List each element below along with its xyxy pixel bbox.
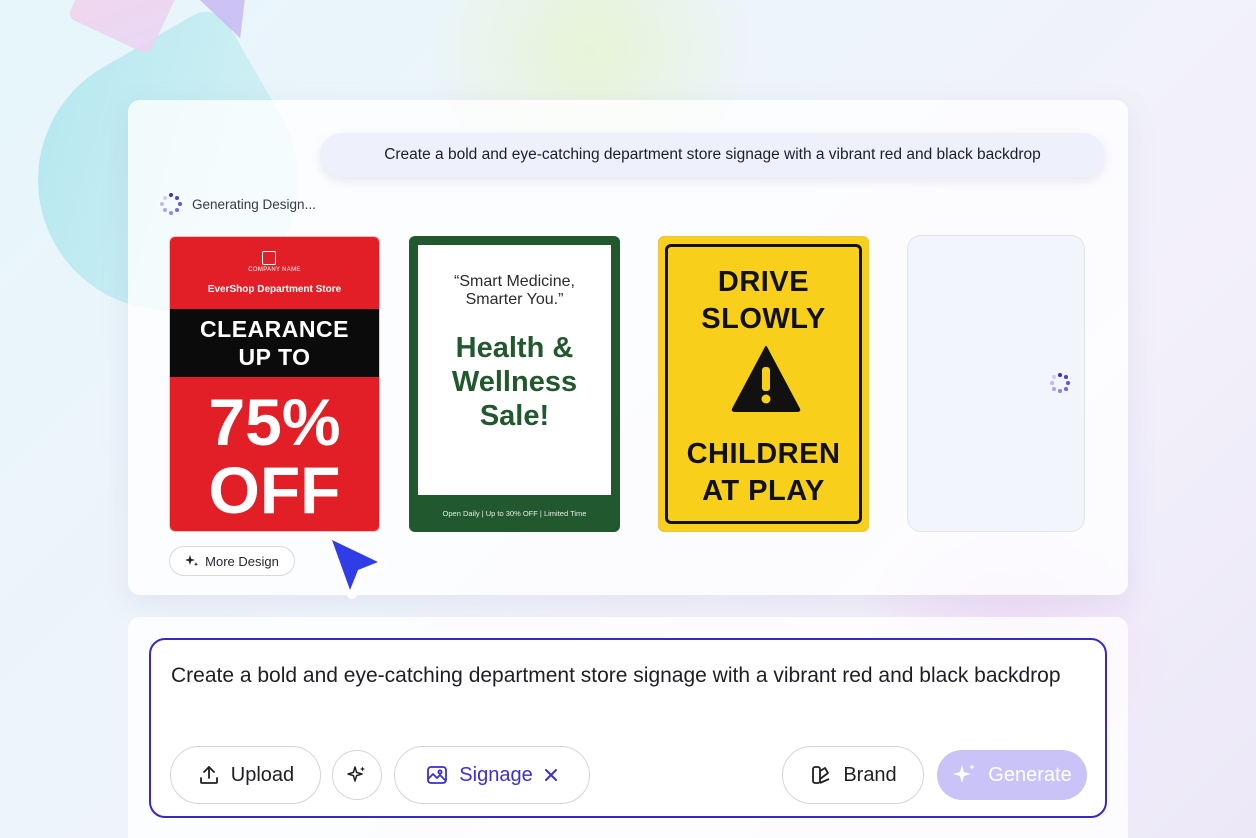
sparkle-icon xyxy=(347,765,367,785)
sign-line: CHILDREN xyxy=(686,438,841,470)
prompt-input-box[interactable]: Create a bold and eye-catching departmen… xyxy=(149,638,1107,818)
generate-button[interactable]: Generate xyxy=(937,750,1087,800)
headline-line: Health & xyxy=(455,332,574,364)
design-card-health[interactable]: “Smart Medicine, Smarter You.” Health & … xyxy=(409,236,620,532)
upload-button[interactable]: Upload xyxy=(170,746,321,804)
sign-top-text: DRIVE SLOWLY xyxy=(659,264,868,338)
generate-label: Generate xyxy=(988,763,1072,786)
headline-line: Wellness xyxy=(451,366,578,398)
sign-line: DRIVE xyxy=(717,266,810,298)
signage-chip[interactable]: Signage xyxy=(394,746,590,804)
warning-icon xyxy=(731,345,801,413)
design-card-loading xyxy=(907,235,1085,532)
more-design-label: More Design xyxy=(205,553,279,569)
design-card-clearance[interactable]: COMPANY NAME EverShop Department Store C… xyxy=(169,236,380,532)
loading-spinner-icon xyxy=(1050,373,1070,393)
user-prompt-bubble: Create a bold and eye-catching departmen… xyxy=(320,133,1105,177)
close-icon[interactable] xyxy=(543,767,559,783)
signage-label: Signage xyxy=(459,763,533,786)
sparkle-icon xyxy=(185,554,199,568)
card-footer-text: Open Daily | Up to 30% OFF | Limited Tim… xyxy=(442,509,587,518)
headline-text: Health & Wellness Sale! xyxy=(452,331,577,433)
store-name: EverShop Department Store xyxy=(207,284,342,295)
upload-label: Upload xyxy=(230,763,295,786)
up-to-text: UP TO xyxy=(238,344,311,370)
quote-text: “Smart Medicine, Smarter You.” xyxy=(454,273,575,309)
loading-spinner-icon xyxy=(160,193,182,215)
company-logo-icon xyxy=(262,251,276,265)
status-text: Generating Design... xyxy=(192,196,316,212)
composer-panel: Create a bold and eye-catching departmen… xyxy=(128,617,1128,838)
off-text: OFF xyxy=(208,453,341,527)
generation-status: Generating Design... xyxy=(160,193,316,215)
sign-line: AT PLAY xyxy=(702,475,825,507)
prompt-input[interactable]: Create a bold and eye-catching departmen… xyxy=(171,660,1071,692)
signage-icon xyxy=(425,763,449,787)
card-inner-panel: “Smart Medicine, Smarter You.” Health & … xyxy=(418,245,611,495)
brand-button[interactable]: Brand xyxy=(782,746,924,804)
sign-bottom-text: CHILDREN AT PLAY xyxy=(659,436,868,510)
brand-kit-icon xyxy=(809,763,833,787)
more-design-button[interactable]: More Design xyxy=(169,546,295,576)
mouse-pointer-icon xyxy=(318,530,398,610)
quote-line: Smarter You.” xyxy=(465,291,564,308)
company-name: COMPANY NAME xyxy=(248,267,301,273)
upload-icon xyxy=(197,763,221,787)
percent-text: 75% xyxy=(208,385,341,459)
design-card-drive-slowly[interactable]: DRIVE SLOWLY CHILDREN AT PLAY xyxy=(658,236,869,532)
brand-label: Brand xyxy=(843,763,897,786)
clearance-text: CLEARANCE xyxy=(200,316,349,342)
magic-enhance-button[interactable] xyxy=(332,750,382,800)
sign-line: SLOWLY xyxy=(701,303,826,335)
chat-panel: Create a bold and eye-catching departmen… xyxy=(128,100,1128,595)
clearance-band: CLEARANCE UP TO xyxy=(170,309,379,377)
headline-line: Sale! xyxy=(479,400,550,432)
sparkle-icon xyxy=(952,762,978,788)
quote-line: “Smart Medicine, xyxy=(454,273,575,290)
